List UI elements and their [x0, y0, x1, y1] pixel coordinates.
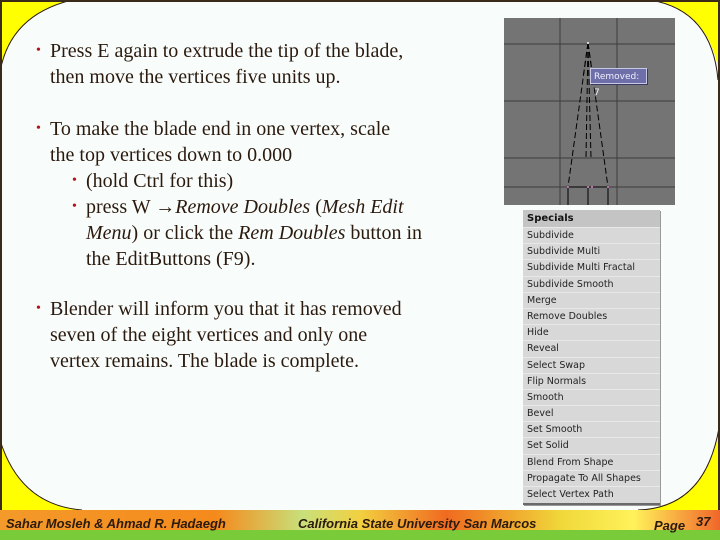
bullet-item: • Blender will inform you that it has rem…	[36, 296, 402, 374]
specials-menu-item: Bevel	[523, 405, 660, 421]
emphasis-text: Remove Doubles	[175, 196, 311, 218]
body-text: then move the vertices five units up.	[50, 66, 341, 88]
bullet-line: (hold Ctrl for this)	[86, 168, 233, 194]
body-text: the EditButtons (F9).	[86, 248, 256, 270]
blender-viewport-image: Removed: 7	[504, 18, 675, 205]
body-text: the top vertices down to 0.000	[50, 144, 293, 166]
bullet-marker: •	[72, 199, 77, 214]
footer-page-label: Page	[654, 518, 686, 533]
specials-menu-item: Subdivide Smooth	[523, 275, 660, 292]
body-text: button in	[345, 222, 423, 244]
bullet-line: Menu) or click the Rem Doubles button in	[86, 220, 422, 246]
body-text: vertex remains. The blade is complete.	[50, 350, 359, 372]
bullet-item: • Press E again to extrude the tip of the…	[36, 38, 403, 90]
bullet-item: • To make the blade end in one vertex, sc…	[36, 116, 390, 168]
removed-count-tooltip: Removed: 7	[590, 68, 647, 98]
body-text: To make the blade end in one vertex, sca…	[50, 118, 391, 140]
specials-menu-item: Hide	[523, 324, 660, 340]
bullet-line: vertex remains. The blade is complete.	[50, 348, 402, 374]
bullet-line: seven of the eight vertices and only one	[50, 322, 402, 348]
body-text: ) or click the	[131, 222, 239, 244]
specials-menu-item: Reveal	[523, 340, 660, 356]
footer-authors: Sahar Mosleh & Ahmad R. Hadaegh	[6, 516, 226, 531]
specials-menu-item: Remove Doubles	[523, 307, 660, 324]
footer-institution: California State University San Marcos	[298, 516, 537, 531]
specials-menu-title: Specials	[523, 210, 660, 227]
bullet-line: Blender will inform you that it has remo…	[50, 296, 402, 322]
specials-menu-item: Subdivide Multi Fractal	[523, 259, 660, 275]
bullet-marker: •	[36, 121, 41, 136]
specials-menu-item: Set Smooth	[523, 421, 660, 437]
specials-menu: Specials Subdivide Subdivide Multi Subdivi…	[523, 210, 660, 505]
emphasis-text: Rem Doubles	[238, 222, 346, 244]
sub-bullet-item: • press W →Remove Doubles (Mesh Edit Menu)…	[72, 194, 422, 272]
bullet-line: then move the vertices five units up.	[50, 64, 403, 90]
specials-menu-item: Blend From Shape	[523, 453, 660, 470]
bullet-marker: •	[36, 301, 41, 316]
sub-bullet-item: • (hold Ctrl for this)	[72, 168, 233, 194]
wireframe-mesh	[504, 18, 675, 205]
emphasis-text: Menu	[86, 222, 132, 244]
bullet-line: the top vertices down to 0.000	[50, 142, 390, 168]
specials-menu-item: Subdivide	[523, 227, 660, 243]
footer-green-strip	[0, 530, 720, 540]
bullet-line: press W →Remove Doubles (Mesh Edit	[86, 194, 422, 220]
bullet-marker: •	[72, 173, 77, 188]
specials-menu-item: Select Swap	[523, 356, 660, 373]
specials-menu-item: Flip Normals	[523, 372, 660, 389]
body-text: (hold Ctrl for this)	[86, 170, 234, 192]
body-text: press W	[86, 196, 156, 218]
specials-menu-item: Select Vertex Path	[523, 486, 660, 502]
specials-menu-item: Smooth	[523, 388, 660, 405]
body-text: →	[155, 196, 176, 218]
body-text: Press E again to extrude the tip of the …	[50, 40, 404, 62]
bullet-line: Press E again to extrude the tip of the …	[50, 38, 403, 64]
emphasis-text: Mesh Edit	[321, 196, 404, 218]
body-text: seven of the eight vertices and only one	[50, 324, 368, 346]
page-number: 37	[696, 514, 711, 529]
body-text: Blender will inform you that it has remo…	[50, 298, 402, 320]
corner-decoration-bottom-left	[0, 440, 82, 510]
bullet-line: To make the blade end in one vertex, sca…	[50, 116, 390, 142]
specials-menu-item: Set Solid	[523, 437, 660, 453]
specials-menu-item: Subdivide Multi	[523, 243, 660, 259]
bullet-marker: •	[36, 43, 41, 58]
specials-menu-item: Propagate To All Shapes	[523, 469, 660, 486]
bullet-line: the EditButtons (F9).	[86, 246, 422, 272]
specials-menu-item: Merge	[523, 291, 660, 308]
body-text: (	[310, 196, 322, 218]
